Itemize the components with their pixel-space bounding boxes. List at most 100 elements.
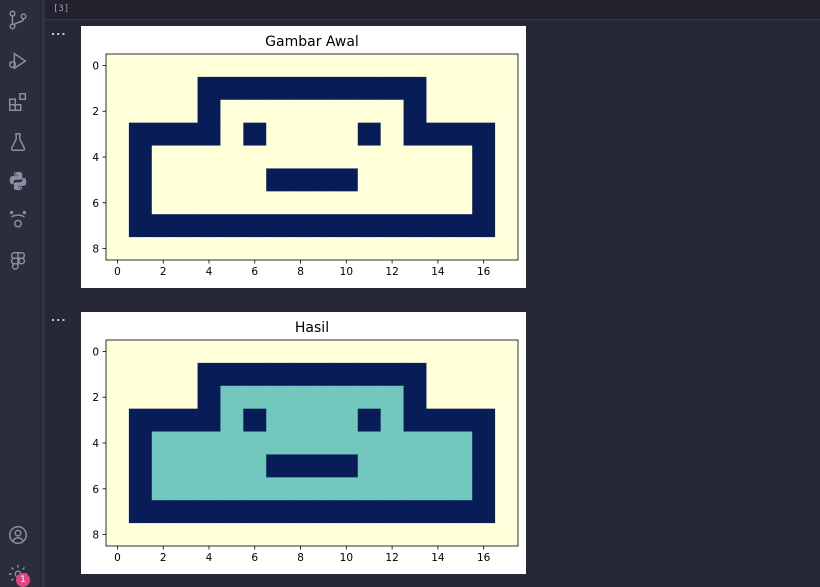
- heatmap-cell: [403, 191, 427, 215]
- heatmap-cell: [266, 340, 290, 364]
- output-menu-button[interactable]: ...: [51, 25, 67, 38]
- heatmap-cell: [174, 168, 198, 192]
- python-icon[interactable]: [5, 168, 31, 194]
- heatmap-cell: [106, 214, 130, 238]
- y-tick-label: 8: [92, 244, 99, 256]
- heatmap-cell: [128, 340, 153, 364]
- heatmap-cell: [380, 214, 404, 238]
- heatmap-cell: [495, 523, 519, 547]
- heatmap-cell: [403, 362, 427, 387]
- heatmap-cell: [426, 523, 450, 547]
- heatmap-cell: [312, 237, 336, 261]
- y-tick-label: 0: [92, 346, 99, 358]
- heatmap-cell: [220, 431, 244, 455]
- heatmap-cell: [197, 477, 221, 501]
- heatmap-cell: [151, 54, 176, 78]
- heatmap-cell: [495, 237, 519, 261]
- heatmap-cell: [106, 122, 130, 146]
- heatmap-cell: [106, 477, 130, 501]
- heatmap-cell: [426, 214, 450, 238]
- heatmap-cell: [266, 408, 290, 432]
- heatmap-cell: [174, 385, 198, 410]
- heatmap-cell: [357, 500, 382, 524]
- heatmap-cell: [472, 99, 496, 124]
- execution-count: [3]: [53, 4, 70, 14]
- heatmap-cell: [357, 168, 382, 192]
- heatmap-cell: [151, 168, 176, 192]
- heatmap-cell: [472, 500, 496, 524]
- heatmap-cell: [128, 431, 153, 455]
- heatmap-cell: [426, 54, 450, 78]
- heatmap-cell: [289, 362, 313, 387]
- heatmap-cell: [357, 408, 382, 432]
- heatmap-cell: [472, 237, 496, 261]
- heatmap-cell: [106, 454, 130, 478]
- heatmap-cell: [289, 54, 313, 78]
- heatmap-cell: [243, 122, 267, 146]
- heatmap-cell: [472, 145, 496, 169]
- heatmap-cell: [380, 191, 404, 215]
- heatmap-cell: [495, 431, 519, 455]
- heatmap-cell: [449, 168, 473, 192]
- heatmap-cell: [380, 99, 404, 124]
- heatmap-cell: [289, 168, 313, 192]
- heatmap-cell: [151, 340, 176, 364]
- heatmap-cell: [380, 340, 404, 364]
- heatmap-cell: [197, 431, 221, 455]
- heatmap-cell: [106, 145, 130, 169]
- heatmap-cell: [403, 214, 427, 238]
- heatmap-cell: [266, 362, 290, 387]
- heatmap-cell: [174, 408, 198, 432]
- heatmap-cell: [312, 122, 336, 146]
- testing-icon[interactable]: [5, 129, 31, 155]
- figma-icon[interactable]: [5, 248, 31, 274]
- heatmap-cell: [151, 523, 176, 547]
- jupyter-icon[interactable]: [5, 206, 31, 232]
- heatmap-cell: [334, 523, 359, 547]
- heatmap-cell: [266, 500, 290, 524]
- heatmap-cell: [426, 431, 450, 455]
- heatmap-cell: [106, 500, 130, 524]
- heatmap-cell: [266, 168, 290, 192]
- heatmap-cell: [449, 408, 473, 432]
- heatmap-cell: [312, 408, 336, 432]
- heatmap-cell: [472, 122, 496, 146]
- heatmap-cell: [197, 76, 221, 101]
- heatmap-cell: [312, 145, 336, 169]
- output-menu-button[interactable]: ...: [51, 311, 67, 324]
- heatmap-cell: [106, 168, 130, 192]
- heatmap-cell: [151, 191, 176, 215]
- heatmap-cell: [357, 99, 382, 124]
- heatmap-cell: [243, 408, 267, 432]
- heatmap-cell: [197, 145, 221, 169]
- x-tick-label: 10: [340, 266, 353, 278]
- heatmap-cell: [151, 385, 176, 410]
- heatmap-cell: [151, 408, 176, 432]
- run-debug-icon[interactable]: [5, 48, 31, 74]
- heatmap-cell: [334, 76, 359, 101]
- heatmap-cell: [472, 168, 496, 192]
- heatmap-cell: [128, 99, 153, 124]
- heatmap-cell: [266, 99, 290, 124]
- extensions-icon[interactable]: [5, 89, 31, 115]
- output-figure-initial: Gambar Awal 0 2 4 6 8 10 12 14 16 0 2 4 6 8: [81, 26, 526, 288]
- x-tick-label: 14: [431, 266, 445, 278]
- heatmap-cell: [243, 362, 267, 387]
- heatmap-cell: [312, 454, 336, 478]
- activity-bar: 1: [0, 0, 41, 587]
- heatmap-cell: [106, 340, 130, 364]
- heatmap-cell: [357, 122, 382, 146]
- heatmap-cell: [289, 237, 313, 261]
- heatmap-cell: [151, 99, 176, 124]
- account-icon[interactable]: [5, 522, 31, 548]
- source-control-icon[interactable]: [5, 7, 31, 33]
- heatmap-cell: [197, 500, 221, 524]
- x-tick-label: 6: [251, 266, 258, 278]
- heatmap-cell: [403, 408, 427, 432]
- heatmap-cell: [174, 431, 198, 455]
- heatmap-cell: [220, 54, 244, 78]
- heatmap-cell: [243, 54, 267, 78]
- heatmap-cell: [266, 523, 290, 547]
- heatmap-cell: [266, 145, 290, 169]
- y-tick-label: 4: [92, 438, 99, 450]
